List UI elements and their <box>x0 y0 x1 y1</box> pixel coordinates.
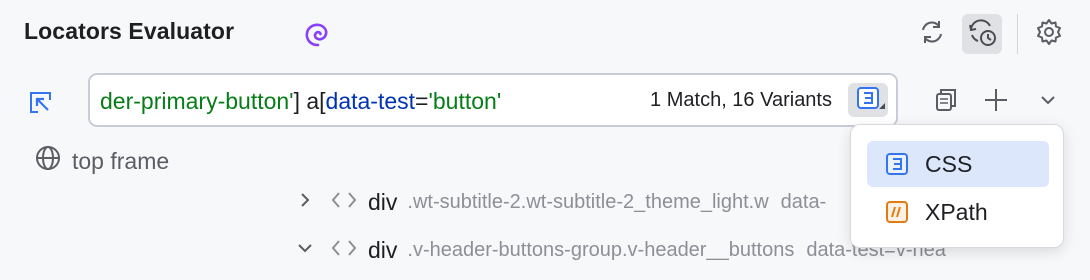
refresh-icon <box>917 17 947 52</box>
panel-title: Locators Evaluator <box>24 18 235 44</box>
popup-item-label: XPath <box>925 198 988 225</box>
copy-button[interactable] <box>926 82 966 122</box>
locator-token: = <box>415 88 429 114</box>
locator-input[interactable]: der-primary-button'] a[data-test='button… <box>88 73 898 127</box>
refresh-button[interactable] <box>912 14 952 54</box>
locator-token: data-test <box>325 88 416 114</box>
frame-selector[interactable]: top frame <box>34 144 169 178</box>
match-count: 1 Match, 16 Variants <box>650 88 832 111</box>
element-picker-icon <box>26 92 56 122</box>
settings-button[interactable] <box>1029 14 1069 54</box>
chevron-right-icon[interactable] <box>296 190 314 215</box>
tree-row-classes: .v-header-buttons-group.v-header__button… <box>407 239 795 261</box>
tree-row-classes: .wt-subtitle-2.wt-subtitle-2_theme_light… <box>407 191 769 213</box>
tree-row-attr: data- <box>780 191 827 213</box>
plus-icon <box>982 86 1010 119</box>
more-button[interactable] <box>1028 82 1068 122</box>
chevron-down-icon[interactable] <box>296 238 314 263</box>
popup-item-label: CSS <box>925 150 973 177</box>
tree-row-tag: div <box>368 237 398 263</box>
css-icon <box>855 85 881 116</box>
dropdown-corner-icon <box>879 96 885 114</box>
tree-row[interactable]: div .v-header-buttons-group.v-header__bu… <box>296 236 946 265</box>
code-tag-icon <box>330 188 358 217</box>
locator-token: der-primary-button' <box>100 88 294 114</box>
locator-type-popup: CSS XPath <box>850 124 1064 248</box>
history-button[interactable] <box>962 14 1002 54</box>
locator-token: 'button' <box>428 88 502 114</box>
element-picker-button[interactable] <box>26 88 56 118</box>
frame-label: top frame <box>72 147 170 174</box>
globe-icon <box>34 144 62 178</box>
tree-row-tag: div <box>368 189 398 215</box>
locator-token: ] a[ <box>293 88 326 114</box>
chevron-down-icon <box>1038 90 1058 115</box>
ai-spiral-icon[interactable] <box>302 20 332 50</box>
xpath-icon <box>885 200 909 224</box>
copy-icon <box>932 86 960 119</box>
tree-row[interactable]: div .wt-subtitle-2.wt-subtitle-2_theme_l… <box>296 188 826 217</box>
code-tag-icon <box>330 236 358 265</box>
toolbar-separator <box>1017 14 1018 54</box>
gear-icon <box>1034 17 1064 52</box>
popup-item-css[interactable]: CSS <box>867 141 1049 187</box>
popup-item-xpath[interactable]: XPath <box>867 189 1049 235</box>
locator-format-button[interactable] <box>848 83 888 117</box>
css-icon <box>885 152 909 176</box>
history-clock-icon <box>966 16 998 53</box>
locator-text[interactable]: der-primary-button'] a[data-test='button… <box>100 88 501 115</box>
add-button[interactable] <box>976 82 1016 122</box>
